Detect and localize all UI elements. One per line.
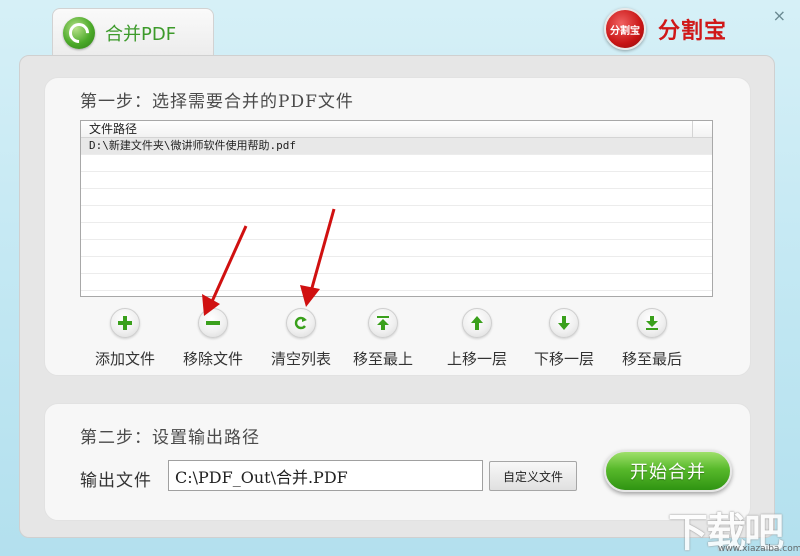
- move-top-button[interactable]: 移至最上: [338, 308, 428, 369]
- plus-icon: [110, 308, 140, 338]
- step1-title: 第一步：选择需要合并的PDF文件: [80, 92, 354, 112]
- move-down-button[interactable]: 下移一层: [519, 308, 609, 369]
- list-item[interactable]: [81, 206, 712, 223]
- watermark: 下载吧 www.xiazaiba.com: [668, 500, 800, 556]
- arrow-top-icon: [368, 308, 398, 338]
- brand-name: 分割宝: [658, 19, 728, 44]
- list-item[interactable]: [81, 189, 712, 206]
- move-bottom-label: 移至最后: [621, 350, 682, 368]
- file-list-rows: D:\新建文件夹\微讲师软件使用帮助.pdf: [81, 138, 712, 291]
- tab-title: 合并PDF: [105, 23, 177, 45]
- arrow-up-icon: [462, 308, 492, 338]
- move-up-label: 上移一层: [446, 350, 507, 368]
- list-item[interactable]: [81, 257, 712, 274]
- move-bottom-button[interactable]: 移至最后: [607, 308, 697, 369]
- output-path-input[interactable]: [168, 460, 483, 491]
- file-list[interactable]: 文件路径 D:\新建文件夹\微讲师软件使用帮助.pdf: [80, 120, 713, 297]
- file-list-header: 文件路径: [81, 121, 712, 138]
- clear-list-button[interactable]: 清空列表: [256, 308, 346, 369]
- arrow-bottom-icon: [637, 308, 667, 338]
- tab-merge-pdf[interactable]: 合并PDF: [52, 8, 214, 56]
- remove-file-button[interactable]: 移除文件: [168, 308, 258, 369]
- list-item[interactable]: [81, 240, 712, 257]
- remove-file-label: 移除文件: [182, 350, 243, 368]
- brand: 分割宝 分割宝: [604, 8, 727, 50]
- merge-pdf-logo-icon: [63, 16, 95, 49]
- step2-title: 第二步：设置输出路径: [80, 428, 260, 448]
- brand-seal-icon: 分割宝: [604, 8, 646, 50]
- column-header-file-path[interactable]: 文件路径: [81, 121, 693, 137]
- list-item[interactable]: [81, 172, 712, 189]
- move-up-button[interactable]: 上移一层: [432, 308, 522, 369]
- arrow-down-icon: [549, 308, 579, 338]
- list-toolbar: 添加文件 移除文件 清空列表 移至最上 上移一层 下移一层 移至最后: [80, 308, 710, 368]
- minus-icon: [198, 308, 228, 338]
- start-merge-button[interactable]: 开始合并: [604, 450, 732, 492]
- clear-list-label: 清空列表: [270, 350, 331, 368]
- watermark-url: www.xiazaiba.com: [718, 544, 800, 554]
- move-top-label: 移至最上: [352, 350, 413, 368]
- add-file-button[interactable]: 添加文件: [80, 308, 170, 369]
- move-down-label: 下移一层: [533, 350, 594, 368]
- close-window-button[interactable]: ×: [773, 6, 786, 25]
- custom-file-button[interactable]: 自定义文件: [489, 461, 577, 491]
- add-file-label: 添加文件: [94, 350, 155, 368]
- list-item[interactable]: [81, 223, 712, 240]
- list-item[interactable]: [81, 155, 712, 172]
- refresh-icon: [286, 308, 316, 338]
- output-file-label: 输出文件: [80, 471, 152, 491]
- list-item[interactable]: [81, 274, 712, 291]
- list-item[interactable]: D:\新建文件夹\微讲师软件使用帮助.pdf: [81, 138, 712, 155]
